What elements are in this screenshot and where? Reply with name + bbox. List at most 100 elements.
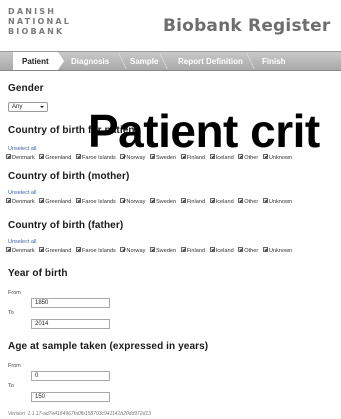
checkbox-label: Unknown [268, 198, 293, 205]
checkbox-item[interactable]: Unknown [262, 198, 293, 205]
checkbox-label: Denmark [12, 198, 35, 205]
checkbox-item[interactable]: Unknown [262, 154, 293, 161]
checkbox-item[interactable]: Sweden [149, 247, 177, 254]
checkbox[interactable] [262, 247, 268, 252]
logo-line: NATIONAL [8, 17, 72, 26]
checkbox-item[interactable]: Finland [180, 198, 205, 205]
checkbox-label: Other [244, 247, 259, 254]
checkbox-label: Other [244, 154, 259, 161]
checkbox[interactable] [262, 198, 268, 203]
checkbox-item[interactable]: Faroe Islands [75, 154, 116, 161]
checkbox-item[interactable]: Denmark [6, 247, 35, 254]
checkbox-item[interactable]: Greenland [39, 198, 72, 205]
app-title: Biobank Register [163, 16, 331, 36]
checkbox-label: Greenland [45, 247, 72, 254]
checkbox[interactable] [75, 198, 81, 203]
checkbox-label: Iceland [215, 154, 234, 161]
checkbox-item[interactable]: Greenland [39, 247, 72, 254]
checkbox[interactable] [6, 247, 11, 252]
checkbox-label: Greenland [45, 154, 72, 161]
checkbox-item[interactable]: Iceland [209, 247, 234, 254]
checkbox-label: Iceland [215, 247, 234, 254]
checkbox-label: Finland [186, 154, 206, 161]
checkbox-item[interactable]: Norway [120, 154, 146, 161]
checkbox-item[interactable]: Greenland [39, 154, 72, 161]
tab-patient[interactable]: Patient [13, 52, 58, 70]
checkbox-item[interactable]: Sweden [149, 198, 176, 205]
checkbox-item[interactable]: Finland [180, 247, 205, 254]
checkbox-label: Faroe Islands [81, 154, 116, 161]
checkbox[interactable] [149, 154, 155, 159]
checkbox-item[interactable]: Norway [120, 198, 146, 205]
checkbox[interactable] [238, 154, 244, 159]
checkbox-label: Unknown [268, 154, 293, 161]
checkbox-item[interactable]: Faroe Islands [75, 198, 116, 205]
year-to-input[interactable]: 2014 [31, 319, 110, 329]
checkbox[interactable] [6, 198, 11, 203]
checkbox[interactable] [180, 247, 186, 252]
checkbox[interactable] [75, 247, 81, 252]
checkbox-item[interactable]: Norway [120, 247, 145, 254]
checkbox-label: Faroe Islands [81, 198, 116, 205]
checkbox-item[interactable]: Finland [180, 154, 206, 161]
checkbox-label: Norway [126, 154, 146, 161]
tab-report-definition[interactable]: Report Definition [178, 52, 243, 70]
checkbox-label: Greenland [45, 198, 72, 205]
checkbox-label: Sweden [155, 247, 177, 254]
from-label: From [8, 290, 21, 296]
checkbox[interactable] [39, 198, 45, 203]
checkbox[interactable] [209, 198, 215, 203]
checkbox-label: Sweden [155, 154, 177, 161]
logo: DANISH NATIONAL BIOBANK [8, 7, 71, 37]
chevron-right-icon [58, 52, 64, 70]
gender-select[interactable]: Any [8, 102, 48, 112]
checkbox-item[interactable]: Sweden [149, 154, 177, 161]
tab-separator [246, 53, 255, 69]
checkbox-item[interactable]: Faroe Islands [75, 247, 116, 254]
checkbox[interactable] [238, 198, 244, 203]
logo-line: BIOBANK [8, 27, 65, 36]
version-text: Version: 1.1.17-ad7e4184967fa0fb158703c9… [8, 411, 151, 417]
unselect-all-link[interactable]: Unselect all [8, 190, 36, 196]
checkbox[interactable] [209, 247, 215, 252]
checkbox-item[interactable]: Iceland [209, 154, 234, 161]
checkbox[interactable] [149, 198, 155, 203]
to-label: To [8, 383, 14, 389]
checkbox-item[interactable]: Other [238, 198, 258, 205]
unselect-all-link[interactable]: Unselect all [8, 239, 36, 245]
from-label: From [8, 363, 21, 369]
page-title: Patient crit [88, 105, 320, 157]
age-from-input[interactable]: 0 [31, 371, 110, 381]
tab-diagnosis[interactable]: Diagnosis [71, 52, 109, 70]
checkbox[interactable] [149, 247, 155, 252]
checkbox[interactable] [238, 247, 244, 252]
checkbox[interactable] [75, 154, 81, 159]
country-father-heading: Country of birth (father) [8, 220, 124, 231]
unselect-all-link[interactable]: Unselect all [8, 146, 36, 152]
checkbox[interactable] [120, 154, 126, 159]
checkbox[interactable] [120, 198, 126, 203]
checkbox-item[interactable]: Unknown [262, 247, 292, 254]
checkbox[interactable] [262, 154, 268, 159]
checkbox[interactable] [120, 247, 126, 252]
tab-sample[interactable]: Sample [130, 52, 158, 70]
tab-separator [118, 53, 127, 69]
checkbox-label: Denmark [12, 247, 35, 254]
checkbox[interactable] [209, 154, 215, 159]
checkbox-item[interactable]: Denmark [6, 198, 35, 205]
checkbox-item[interactable]: Other [238, 247, 259, 254]
tab-finish[interactable]: Finish [262, 52, 286, 70]
checkbox-item[interactable]: Iceland [209, 198, 234, 205]
checkbox-label: Norway [126, 198, 146, 205]
checkbox[interactable] [180, 198, 186, 203]
checkbox-item[interactable]: Other [238, 154, 259, 161]
checkbox[interactable] [39, 154, 45, 159]
checkbox-item[interactable]: Denmark [6, 154, 35, 161]
checkbox-label: Iceland [215, 198, 234, 205]
age-to-input[interactable]: 150 [31, 392, 110, 402]
checkbox[interactable] [39, 247, 45, 252]
checkbox[interactable] [180, 154, 186, 159]
checkbox[interactable] [6, 154, 11, 159]
gender-select-value: Any [12, 104, 23, 110]
year-from-input[interactable]: 1850 [31, 298, 110, 308]
